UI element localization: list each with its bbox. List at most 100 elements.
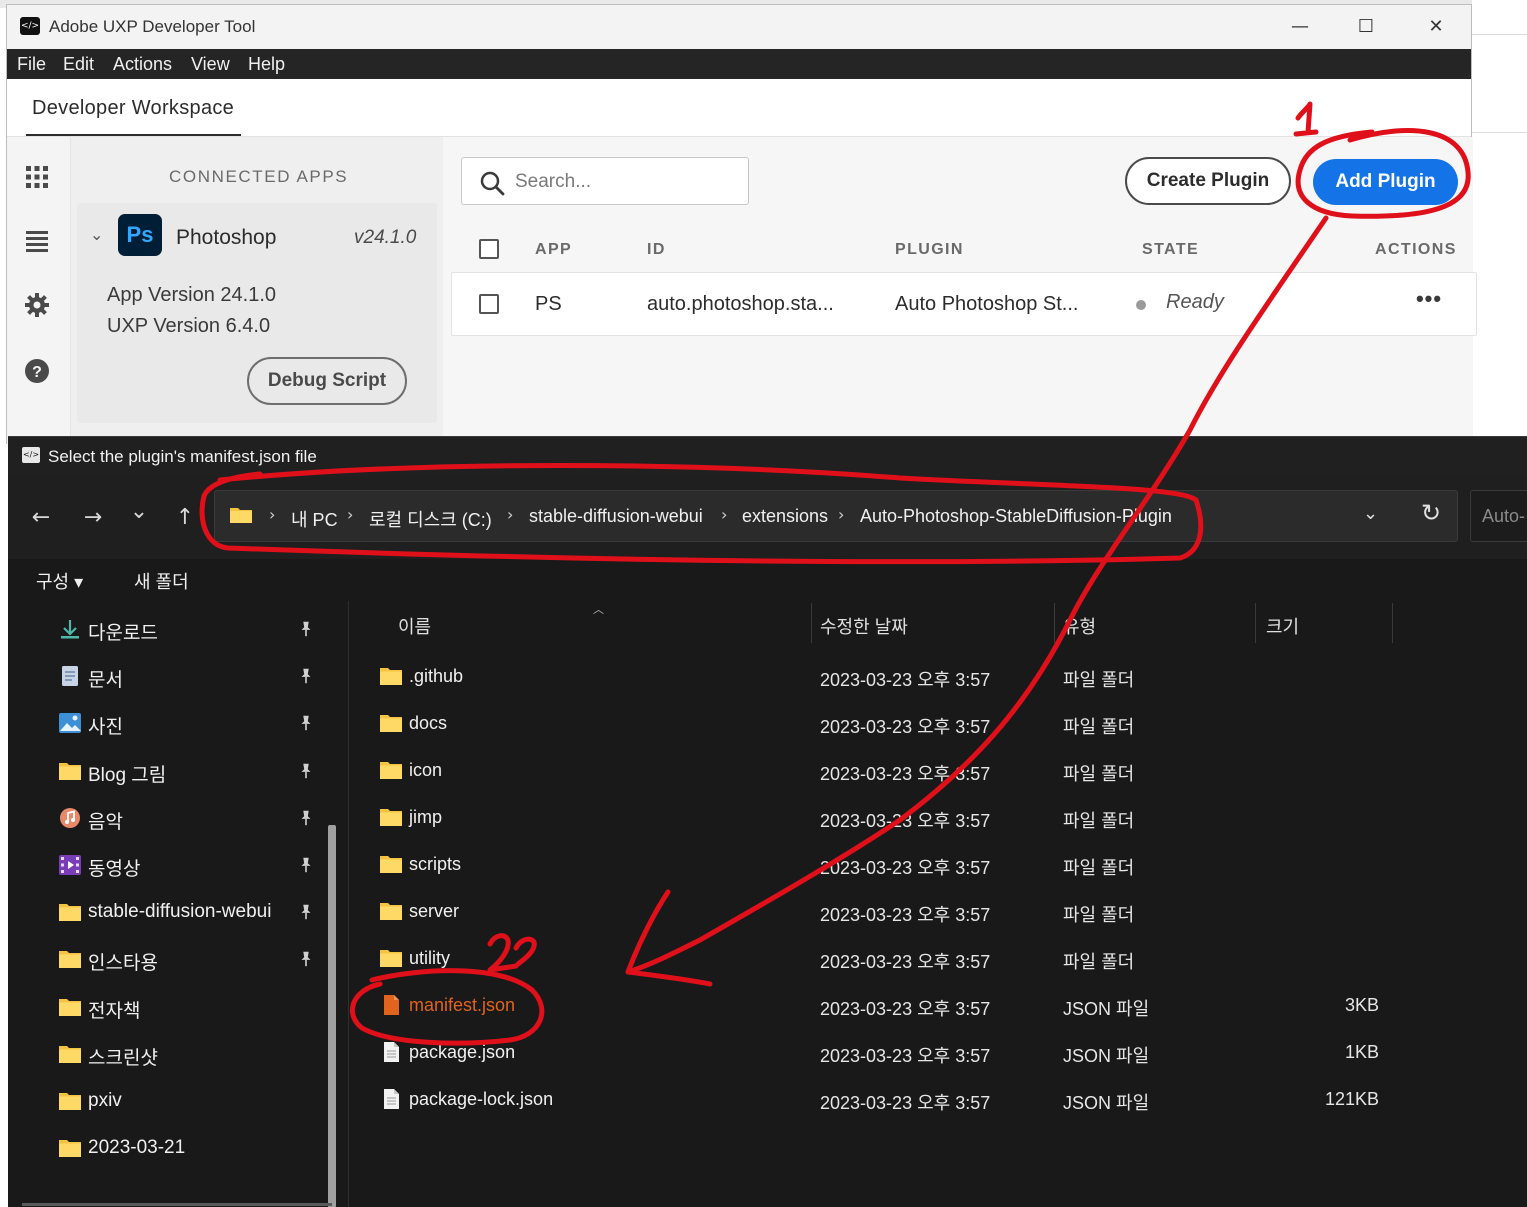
tab-developer-workspace[interactable]: Developer Workspace (32, 97, 234, 120)
file-name: server (409, 901, 460, 921)
folder-icon (58, 1043, 82, 1065)
column-header-plugin[interactable]: PLUGIN (895, 241, 964, 259)
minimize-button[interactable]: — (1277, 11, 1323, 43)
music-icon (58, 807, 82, 829)
breadcrumb-plugin-folder[interactable]: Auto-Photoshop-StableDiffusion-Plugin (860, 506, 1172, 527)
app-name: Photoshop (176, 226, 277, 249)
file-row[interactable]: utility 2023-03-23 오후 3:57 파일 폴더 (349, 939, 1449, 979)
select-all-checkbox[interactable] (479, 239, 499, 259)
file-type: 파일 폴더 (1063, 952, 1135, 972)
horizontal-scrollbar[interactable] (22, 1203, 332, 1206)
file-type: 파일 폴더 (1063, 670, 1135, 690)
folder-search-placeholder: Auto- (1482, 506, 1526, 526)
file-row[interactable]: icon 2023-03-23 오후 3:57 파일 폴더 (349, 751, 1449, 791)
new-folder-button[interactable]: 새 폴더 (134, 568, 189, 594)
file-icon (379, 1088, 403, 1110)
file-row[interactable]: .github 2023-03-23 오후 3:57 파일 폴더 (349, 657, 1449, 697)
close-button[interactable]: ✕ (1413, 11, 1459, 43)
breadcrumb-local-disk[interactable]: 로컬 디스크 (C:) (369, 506, 492, 532)
file-name: package.json (409, 1042, 516, 1062)
menu-actions[interactable]: Actions (113, 54, 172, 75)
background-window-edge (1472, 0, 1527, 436)
create-plugin-button[interactable]: Create Plugin (1125, 157, 1291, 205)
video-icon (58, 854, 82, 876)
file-row[interactable]: scripts 2023-03-23 오후 3:57 파일 폴더 (349, 845, 1449, 885)
file-row[interactable]: server 2023-03-23 오후 3:57 파일 폴더 (349, 892, 1449, 932)
column-header-size[interactable]: 크기 (1266, 613, 1299, 639)
file-row[interactable]: jimp 2023-03-23 오후 3:57 파일 폴더 (349, 798, 1449, 838)
chevron-down-icon[interactable]: ⌄ (90, 225, 103, 244)
grid-icon[interactable] (23, 163, 51, 191)
photoshop-logo: Ps (118, 214, 162, 256)
address-bar[interactable]: › 내 PC › 로컬 디스크 (C:) › stable-diffusion-… (214, 490, 1458, 542)
menu-help[interactable]: Help (248, 54, 285, 75)
file-row[interactable]: manifest.json 2023-03-23 오후 3:57 JSON 파일 3K… (349, 986, 1449, 1026)
column-divider[interactable] (1392, 603, 1393, 643)
pictures-icon (58, 712, 82, 734)
help-icon[interactable]: ? (23, 357, 51, 385)
column-header-actions: ACTIONS (1375, 241, 1457, 258)
pin-icon[interactable] (296, 667, 316, 687)
pin-icon[interactable] (296, 809, 316, 829)
debug-script-button[interactable]: Debug Script (247, 357, 407, 405)
refresh-icon[interactable]: ↻ (1421, 499, 1441, 527)
chevron-down-icon[interactable]: ⌄ (1363, 503, 1378, 524)
dialog-title-bar[interactable]: </> Select the plugin's manifest.json fi… (8, 437, 1527, 477)
organize-button[interactable]: 구성 ▾ (36, 568, 83, 594)
uxp-app-icon: </> (20, 17, 40, 35)
chevron-right-icon: › (269, 505, 276, 524)
file-row[interactable]: package.json 2023-03-23 오후 3:57 JSON 파일 1KB (349, 1033, 1449, 1073)
pin-icon[interactable] (296, 950, 316, 970)
plugin-row[interactable]: PS auto.photoshop.sta... Auto Photoshop … (451, 272, 1477, 336)
folder-icon (379, 806, 403, 828)
breadcrumb-this-pc[interactable]: 내 PC (291, 506, 338, 532)
column-header-date[interactable]: 수정한 날짜 (820, 613, 908, 639)
column-divider[interactable] (1054, 603, 1055, 643)
more-actions-icon[interactable]: ••• (1414, 288, 1444, 315)
list-icon[interactable] (23, 227, 51, 255)
nav-item-label: stable-diffusion-webui (88, 901, 272, 923)
pin-icon[interactable] (296, 714, 316, 734)
file-size: 1KB (1344, 1042, 1379, 1062)
menu-file[interactable]: File (17, 54, 46, 75)
file-name: icon (409, 760, 443, 780)
search-icon (480, 171, 505, 196)
column-header-name[interactable]: 이름 (398, 613, 431, 639)
search-input[interactable]: Search... (461, 157, 749, 205)
pin-icon[interactable] (296, 856, 316, 876)
title-bar[interactable]: </> Adobe UXP Developer Tool — ☐ ✕ (7, 5, 1471, 49)
file-name: utility (409, 948, 451, 968)
breadcrumb-stable-diffusion-webui[interactable]: stable-diffusion-webui (529, 506, 703, 527)
folder-icon (379, 853, 403, 875)
file-type: 파일 폴더 (1063, 764, 1135, 784)
row-checkbox[interactable] (479, 294, 499, 314)
dialog-title: Select the plugin's manifest.json file (48, 447, 317, 466)
column-header-app[interactable]: APP (535, 241, 572, 259)
file-row[interactable]: package-lock.json 2023-03-23 오후 3:57 JSON … (349, 1080, 1449, 1120)
folder-search-input[interactable]: Auto- (1470, 490, 1527, 542)
pin-icon[interactable] (296, 903, 316, 923)
menu-view[interactable]: View (191, 54, 230, 75)
file-icon (379, 1041, 403, 1063)
menu-edit[interactable]: Edit (63, 54, 94, 75)
column-divider[interactable] (811, 603, 812, 643)
column-header-id[interactable]: ID (647, 241, 666, 259)
back-arrow-icon[interactable]: ← (24, 501, 58, 535)
folder-icon (379, 712, 403, 734)
pin-icon[interactable] (296, 762, 316, 782)
row-id: auto.photoshop.sta... (647, 293, 834, 315)
recent-locations-icon[interactable]: ⌄ (122, 495, 156, 529)
up-arrow-icon[interactable]: ↑ (168, 501, 202, 535)
column-header-state[interactable]: STATE (1142, 241, 1199, 259)
file-row[interactable]: docs 2023-03-23 오후 3:57 파일 폴더 (349, 704, 1449, 744)
column-header-type[interactable]: 유형 (1063, 613, 1096, 639)
maximize-button[interactable]: ☐ (1343, 11, 1389, 43)
pin-icon[interactable] (296, 620, 316, 640)
breadcrumb-extensions[interactable]: extensions (742, 506, 828, 527)
vertical-scrollbar[interactable] (328, 825, 336, 1207)
file-type: 파일 폴더 (1063, 717, 1135, 737)
column-divider[interactable] (1255, 603, 1256, 643)
forward-arrow-icon[interactable]: → (76, 501, 110, 535)
gear-icon[interactable] (23, 291, 51, 319)
add-plugin-button[interactable]: Add Plugin (1313, 159, 1458, 205)
